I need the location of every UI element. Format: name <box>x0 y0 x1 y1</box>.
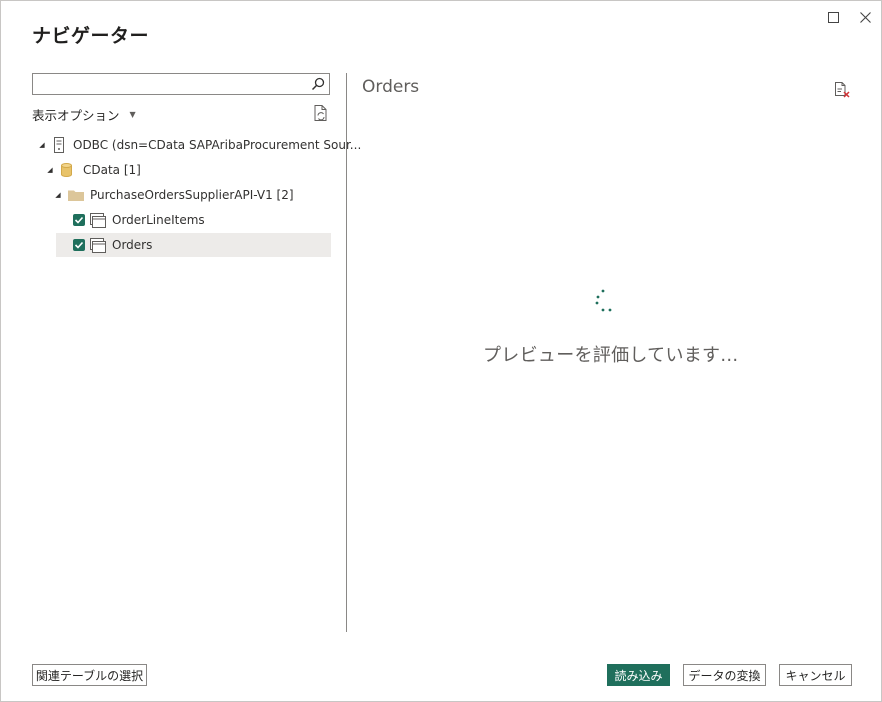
loading-text: プレビューを評価しています... <box>483 345 739 366</box>
collapse-triangle-icon[interactable]: ◢ <box>53 191 63 199</box>
navigator-dialog: ナビゲーター 表示オプション ▼ ◢ ODBC (dsn=CData SAPAr… <box>0 0 882 702</box>
tree-item-orderlineitems[interactable]: OrderLineItems <box>56 208 331 232</box>
maximize-icon <box>827 11 839 23</box>
collapse-triangle-icon[interactable]: ◢ <box>37 141 47 149</box>
table-icon <box>90 237 106 253</box>
tree-node-label: ODBC (dsn=CData SAPAribaProcurement Sour… <box>73 138 362 152</box>
collapse-triangle-icon[interactable]: ◢ <box>45 166 55 174</box>
server-icon <box>53 137 67 153</box>
select-related-tables-button[interactable]: 関連テーブルの選択 <box>32 664 147 686</box>
chevron-down-icon: ▼ <box>129 110 136 119</box>
load-button[interactable]: 読み込み <box>607 664 670 686</box>
clear-preview-icon <box>835 82 850 98</box>
cancel-button[interactable]: キャンセル <box>779 664 852 686</box>
close-button[interactable] <box>855 7 875 27</box>
refresh-icon <box>314 105 327 121</box>
loading-spinner-icon <box>593 289 617 315</box>
folder-icon <box>68 189 84 201</box>
dialog-title: ナビゲーター <box>32 25 150 47</box>
tree-node-label: PurchaseOrdersSupplierAPI-V1 [2] <box>90 188 294 202</box>
tree-node-folder[interactable]: ◢ PurchaseOrdersSupplierAPI-V1 [2] <box>53 183 294 207</box>
preview-title: Orders <box>362 77 420 97</box>
refresh-button[interactable] <box>312 104 330 122</box>
tree-node-label: CData [1] <box>83 163 141 177</box>
tree-node-database[interactable]: ◢ CData [1] <box>45 158 141 182</box>
maximize-button[interactable] <box>823 7 843 27</box>
search-icon[interactable] <box>310 76 326 92</box>
tree-item-label: Orders <box>112 238 153 252</box>
display-options-label: 表示オプション <box>32 108 120 123</box>
tree-node-odbc[interactable]: ◢ ODBC (dsn=CData SAPAribaProcurement So… <box>37 133 361 157</box>
search-input[interactable] <box>32 73 330 95</box>
pane-divider[interactable] <box>346 73 347 632</box>
transform-data-button[interactable]: データの変換 <box>683 664 766 686</box>
table-icon <box>90 212 106 228</box>
preview-options-button[interactable] <box>833 81 851 99</box>
display-options-dropdown[interactable]: 表示オプション ▼ <box>32 105 136 124</box>
checkbox-checked[interactable] <box>73 214 85 226</box>
tree-item-orders[interactable]: Orders <box>56 233 331 257</box>
checkbox-checked[interactable] <box>73 239 85 251</box>
tree-item-label: OrderLineItems <box>112 213 205 227</box>
close-icon <box>859 11 871 23</box>
database-icon <box>61 163 73 177</box>
